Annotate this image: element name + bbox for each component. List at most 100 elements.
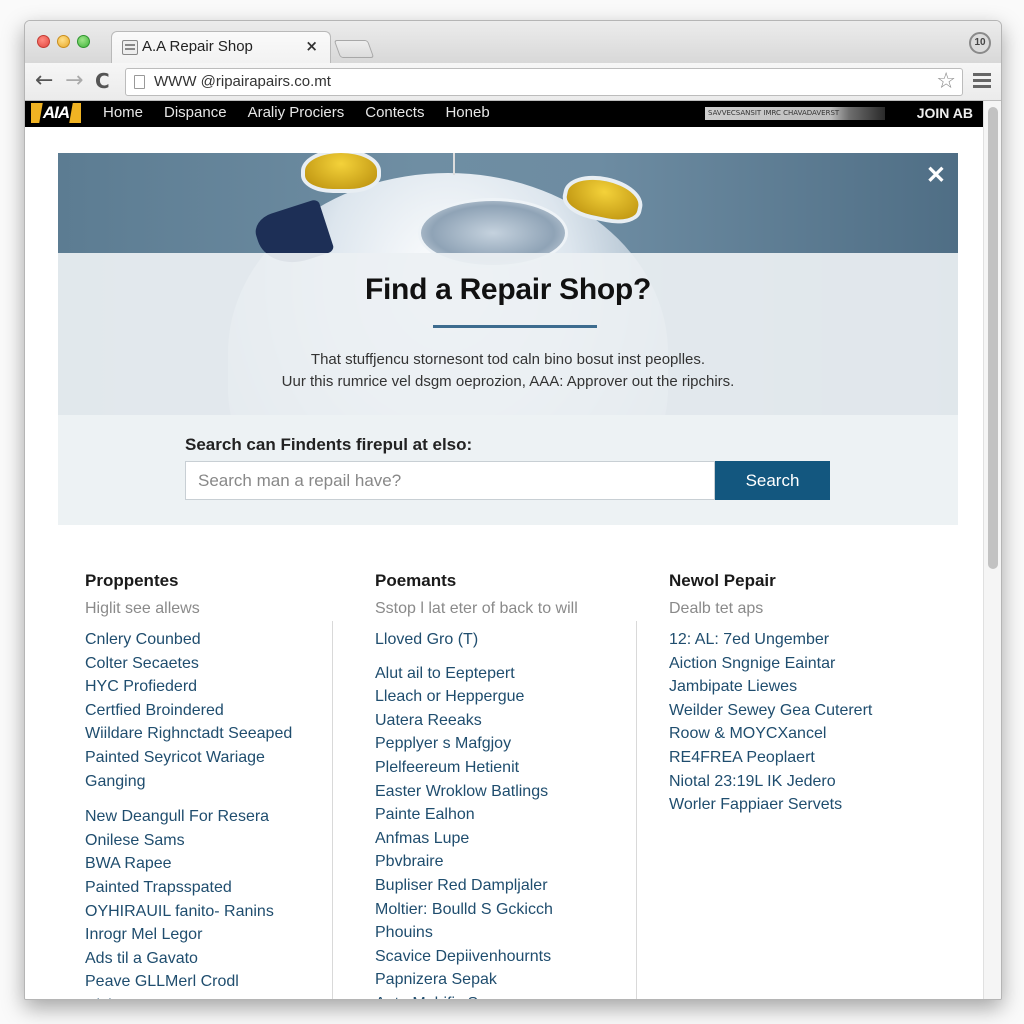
car-antenna [453,153,455,175]
column-subheading: Sstop l lat eter of back to will [375,600,578,617]
logo-text: AIA [42,103,70,122]
vertical-scrollbar[interactable] [983,101,1001,999]
list-link[interactable]: Ads til a Gavato [85,947,335,971]
list-link[interactable]: Pepplyer s Mafgjoy [375,732,635,756]
reload-icon[interactable]: C [95,68,110,94]
nav-link-honeb[interactable]: Honeb [445,104,489,121]
tab-title: A.A Repair Shop [142,38,253,55]
list-link[interactable]: Painted Seyricot Wariage [85,746,335,770]
favicon-icon [122,40,138,55]
hamburger-menu-icon[interactable] [973,73,991,88]
headlight-left [301,153,381,193]
list-link[interactable]: Wiildare Righnctadt Seeaped [85,722,335,746]
list-link[interactable]: Moltier: Boulld S Gckicch [375,898,635,922]
list-link[interactable]: Onilese Sams [85,829,335,853]
back-arrow-icon[interactable]: ← [35,68,53,94]
browser-window: A.A Repair Shop × 10 ← → C WWW @ripairap… [24,20,1002,1000]
site-navbar: AIA Home Dispance Araliy Prociers Contec… [25,101,985,127]
list-link[interactable]: Colter Secaetes [85,652,335,676]
list-link[interactable]: Aiction Sngnige Eaintar [669,652,929,676]
page-icon [134,75,145,89]
column-proppentes: Proppentes Higlit see allews Cnlery Coun… [85,571,335,999]
list-link[interactable]: Painte Ealhon [375,803,635,827]
list-link[interactable]: Plelfeereum Hetienit [375,756,635,780]
nav-link-home[interactable]: Home [103,104,143,121]
search-button[interactable]: Search [715,461,830,500]
list-link[interactable]: Peave GLLMerl Crodl [85,970,335,994]
list-link[interactable]: OYHIRAUIL fanito- Ranins [85,900,335,924]
search-label: Search can Findents firepul at elso: [185,435,473,454]
list-link[interactable]: Cnlery Counbed [85,628,335,652]
list-link[interactable]: Easter Wroklow Batlings [375,780,635,804]
column-heading: Poemants [375,571,457,590]
list-link[interactable]: Worler Fappiaer Servets [669,793,929,817]
list-link[interactable]: Anfmas Lupe [375,827,635,851]
nav-link-araliy-prociers[interactable]: Araliy Prociers [248,104,345,121]
list-link[interactable]: Pbvbraire [375,850,635,874]
search-panel: Search can Findents firepul at elso: Sea… [58,415,958,525]
tab-close-icon[interactable]: × [305,37,318,55]
list-link[interactable]: Roow & MOYCXancel [669,722,929,746]
list-link[interactable]: Niotal 23:19L IK Jedero [669,770,929,794]
title-underline [433,325,597,328]
list-link[interactable]: Certfied Broindered [85,699,335,723]
url-text[interactable]: WWW @ripairapairs.co.mt [154,73,331,90]
modal-description: That stuffjencu stornesont tod caln bino… [58,349,958,393]
list-link[interactable]: Uatera Reeaks [375,709,635,733]
list-link[interactable]: Painted Trapsspated [85,876,335,900]
address-bar[interactable]: WWW @ripairapairs.co.mt ☆ [125,68,963,96]
list-link[interactable]: Anto Mabific Seuunce [375,992,635,999]
list-link[interactable]: Bupliser Red Dampljaler [375,874,635,898]
bookmark-star-icon[interactable]: ☆ [936,69,956,94]
list-link[interactable]: HYC Profiederd [85,675,335,699]
description-line-2: Uur this rumrice vel dsgm oeprozion, AAA… [281,373,735,390]
profile-badge[interactable]: 10 [969,32,991,54]
list-link[interactable]: Alut ail to Eeptepert [375,662,635,686]
nav-link-dispance[interactable]: Dispance [164,104,227,121]
column-poemants: Poemants Sstop l lat eter of back to wil… [375,571,635,999]
minimize-window-button[interactable] [57,35,70,48]
column-subheading: Higlit see allews [85,600,200,617]
list-link[interactable]: New Deangull For Resera [85,805,335,829]
scrollbar-thumb[interactable] [988,107,998,569]
new-tab-button[interactable] [333,40,375,58]
list-link[interactable]: Phouins [375,921,635,945]
list-link[interactable]: Lloved Gro (T) [375,628,635,652]
column-subheading: Dealb tet aps [669,600,764,617]
column-heading: Proppentes [85,571,179,590]
list-link[interactable]: 12: AL: 7ed Ungember [669,628,929,652]
list-link[interactable]: Scavice Depiivenhournts [375,945,635,969]
browser-toolbar: ← → C WWW @ripairapairs.co.mt ☆ [25,63,1001,101]
group-gap [375,652,635,662]
list-link[interactable]: Papnizera Sepak [375,968,635,992]
list-link[interactable]: Hishen cean [85,994,335,999]
close-window-button[interactable] [37,35,50,48]
list-link[interactable]: Jambipate Liewes [669,675,929,699]
page-viewport: AIA Home Dispance Araliy Prociers Contec… [25,101,985,999]
nav-link-contects[interactable]: Contects [365,104,424,121]
list-link[interactable]: RE4FREA Peoplaert [669,746,929,770]
modal-close-icon[interactable]: ✕ [926,161,946,190]
site-logo[interactable]: AIA [31,103,81,123]
nav-links: Home Dispance Araliy Prociers Contects H… [103,104,490,121]
search-input[interactable] [185,461,715,500]
browser-tab[interactable]: A.A Repair Shop × [111,31,331,63]
column-divider [636,621,637,999]
list-link[interactable]: Ganging [85,770,335,794]
column-newol-pepair: Newol Pepair Dealb tet aps 12: AL: 7ed U… [669,571,929,817]
hero-image: ✕ Find a Repair Shop? That stuffjencu st… [58,153,958,415]
forward-arrow-icon[interactable]: → [65,68,83,94]
list-link[interactable]: Weilder Sewey Gea Cuterert [669,699,929,723]
modal-title: Find a Repair Shop? [365,273,651,306]
list-link[interactable]: Inrogr Mel Legor [85,923,335,947]
maximize-window-button[interactable] [77,35,90,48]
join-link[interactable]: JOIN AB [917,105,973,121]
description-line-1: That stuffjencu stornesont tod caln bino… [310,351,706,368]
list-link[interactable]: Lleach or Heppergue [375,685,635,709]
list-link[interactable]: BWA Rapee [85,852,335,876]
find-shop-modal: ✕ Find a Repair Shop? That stuffjencu st… [58,153,958,525]
group-gap [85,793,335,805]
tab-bar: A.A Repair Shop × 10 [25,21,1001,63]
nav-banner: SAVVECSANSIT IMRC CHAVADAVERST [705,107,885,120]
column-heading: Newol Pepair [669,571,776,590]
